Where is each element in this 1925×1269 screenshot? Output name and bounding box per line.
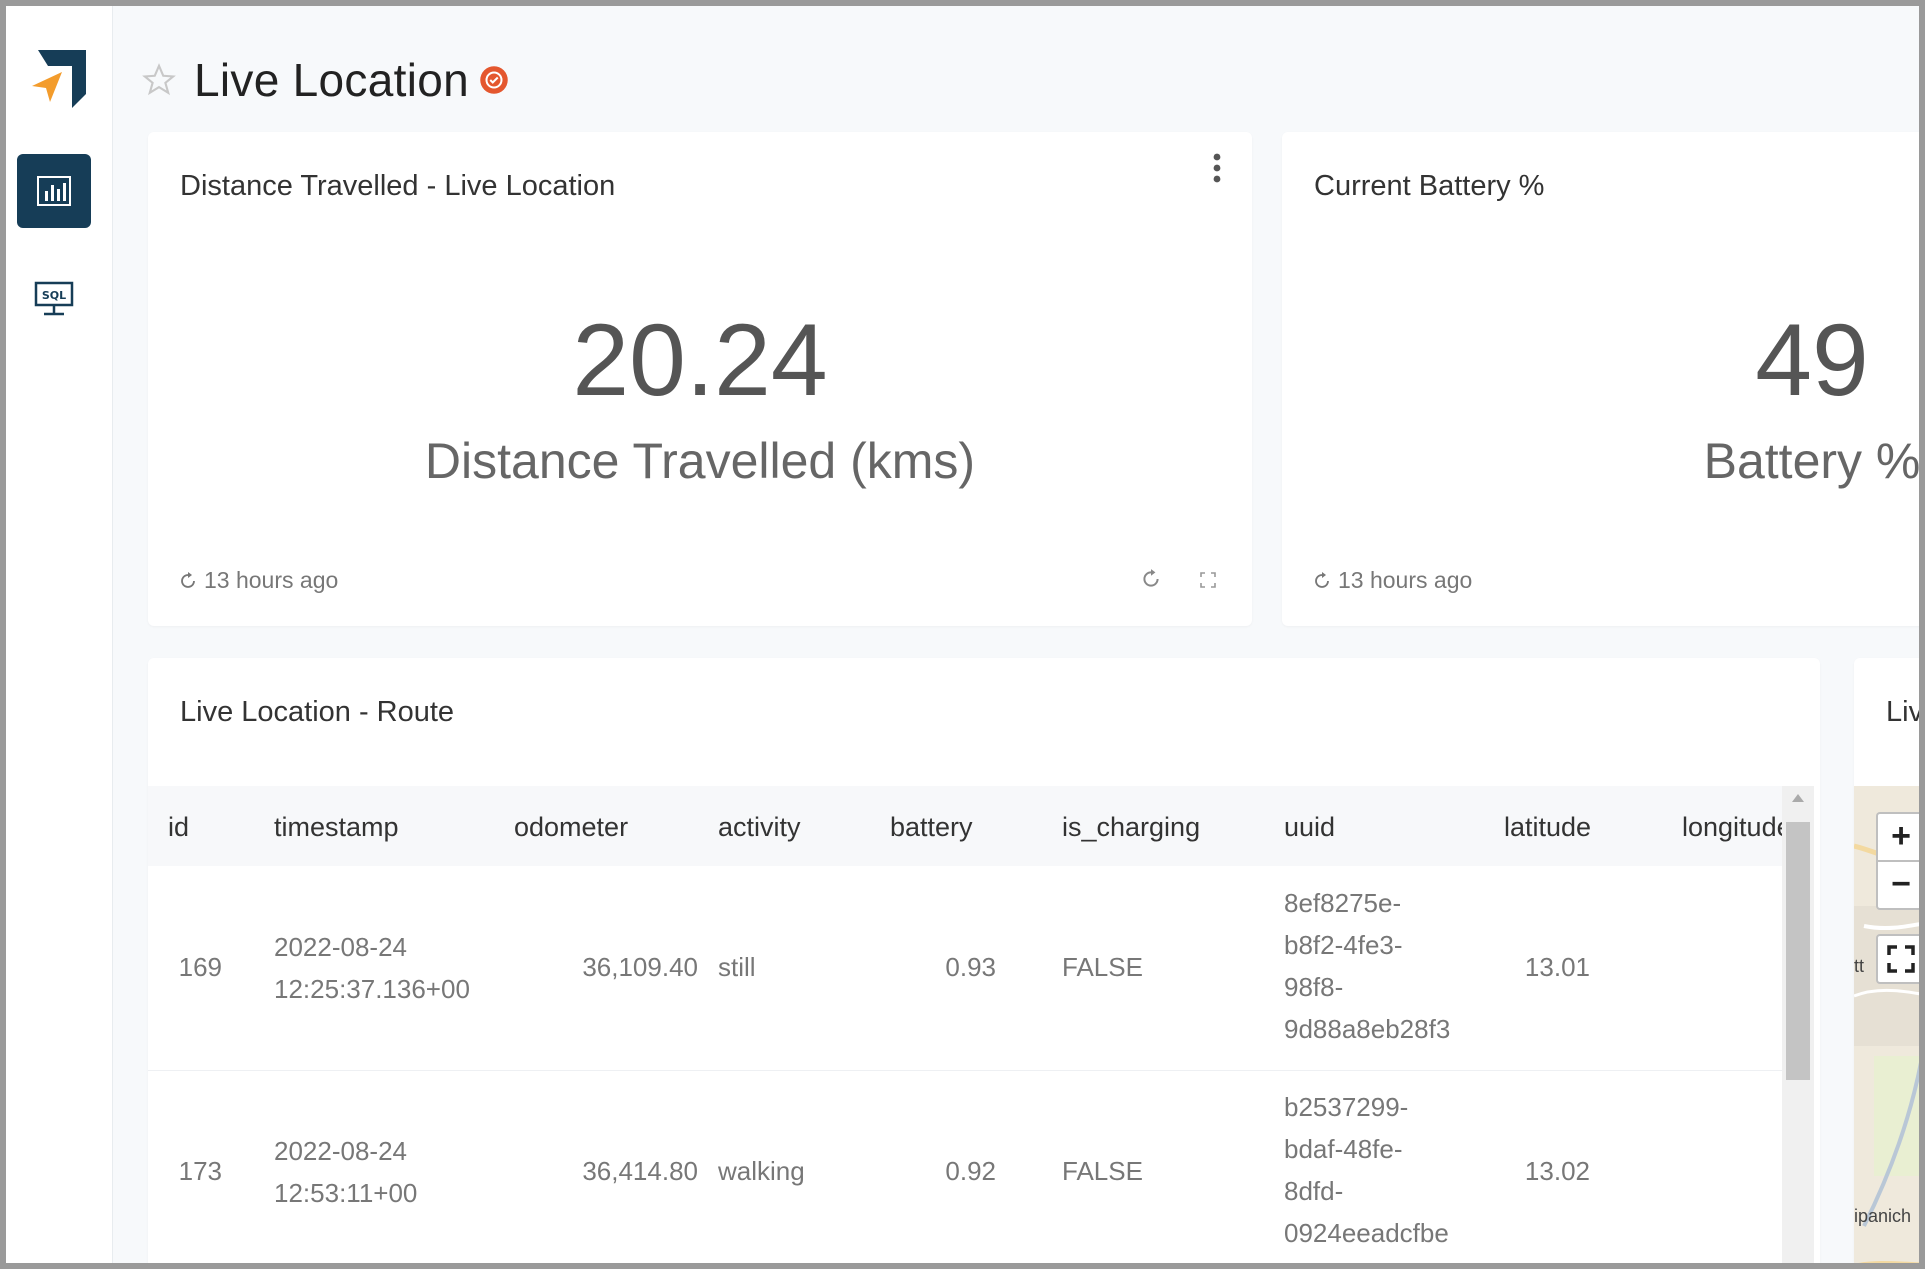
- cell-uuid-part: 0924eeadcfbe: [1284, 1218, 1449, 1248]
- cell-latitude: 13.02: [1524, 1156, 1590, 1186]
- column-header-timestamp[interactable]: timestamp: [274, 812, 399, 843]
- battery-last-updated: 13 hours ago: [1312, 567, 1472, 594]
- cell-timestamp-date: 2022-08-24: [274, 1136, 407, 1166]
- map-view[interactable]: tt ipanich + −: [1854, 786, 1919, 1263]
- fullscreen-icon: [1887, 945, 1915, 973]
- sidebar-item-dashboards[interactable]: [17, 154, 91, 228]
- column-header-is-charging[interactable]: is_charging: [1062, 812, 1200, 843]
- cell-uuid-part: b8f2-4fe3-: [1284, 930, 1403, 960]
- certified-badge-icon: [480, 66, 508, 94]
- column-header-battery[interactable]: battery: [890, 812, 973, 843]
- map-card-title: Live: [1886, 696, 1924, 728]
- battery-card-title: Current Battery %: [1314, 170, 1545, 202]
- page-title: Live Location: [194, 54, 469, 106]
- cell-is-charging: FALSE: [1062, 952, 1143, 982]
- cell-activity: still: [718, 952, 756, 982]
- cell-uuid-part: 9d88a8eb28f3: [1284, 1014, 1451, 1044]
- cell-activity: walking: [718, 1156, 805, 1186]
- cell-uuid-part: b2537299-: [1284, 1092, 1409, 1122]
- distance-updated-text: 13 hours ago: [204, 567, 339, 593]
- cell-id: 169: [178, 952, 222, 982]
- refresh-icon: [181, 571, 195, 588]
- table-row[interactable]: 169 2022-08-24 12:25:37.136+00 36,109.40…: [148, 866, 1788, 1071]
- cell-uuid-part: 8dfd-: [1284, 1176, 1344, 1206]
- bar-chart-icon: [37, 176, 71, 206]
- app-window: SQL Live Location Distance Travelled - L…: [0, 0, 1925, 1269]
- table-header: id timestamp odometer activity battery i…: [148, 786, 1788, 866]
- cell-timestamp-time: 12:25:37.136+00: [274, 974, 470, 1004]
- fullscreen-icon[interactable]: [1198, 570, 1218, 590]
- cell-id: 173: [178, 1156, 222, 1186]
- distance-label: Distance Travelled (kms): [424, 433, 976, 489]
- battery-updated-text: 13 hours ago: [1338, 567, 1473, 593]
- cell-uuid-part: 8ef8275e-: [1284, 888, 1402, 918]
- distance-last-updated: 13 hours ago: [178, 567, 338, 594]
- map-zoom-out-button[interactable]: −: [1876, 860, 1919, 910]
- cell-odometer: 36,109.40: [582, 952, 698, 982]
- route-table-card: Live Location - Route id timestamp odome…: [148, 658, 1820, 1263]
- battery-card: Current Battery % 49 Battery % 13 hours …: [1282, 132, 1921, 626]
- scrollbar-thumb[interactable]: [1786, 822, 1810, 1080]
- map-place-label: ipanich: [1854, 1206, 1912, 1226]
- refresh-icon[interactable]: [1140, 568, 1162, 590]
- scroll-up-icon[interactable]: [1790, 792, 1806, 804]
- cell-odometer: 36,414.80: [582, 1156, 698, 1186]
- distance-card-title: Distance Travelled - Live Location: [180, 170, 616, 202]
- page-header: Live Location: [142, 50, 509, 110]
- cell-uuid-part: bdaf-48fe-: [1284, 1134, 1403, 1164]
- sidebar: SQL: [6, 6, 113, 1263]
- cell-battery: 0.92: [945, 1156, 996, 1186]
- refresh-icon: [1315, 571, 1329, 588]
- map-fullscreen-button[interactable]: [1876, 934, 1919, 984]
- sidebar-item-sql-lab[interactable]: SQL: [17, 262, 91, 336]
- distance-value: 20.24: [572, 303, 828, 417]
- logo-icon: [32, 50, 86, 108]
- battery-value: 49: [1755, 303, 1869, 417]
- column-header-latitude[interactable]: latitude: [1504, 812, 1591, 843]
- column-header-uuid[interactable]: uuid: [1284, 812, 1335, 843]
- table-row[interactable]: 173 2022-08-24 12:53:11+00 36,414.80 wal…: [148, 1070, 1788, 1263]
- column-header-odometer[interactable]: odometer: [514, 812, 628, 843]
- table-scrollbar[interactable]: [1782, 786, 1814, 1263]
- sql-monitor-icon: SQL: [34, 281, 74, 316]
- distance-card: Distance Travelled - Live Location 20.24…: [148, 132, 1252, 626]
- main-content: Live Location Distance Travelled - Live …: [112, 6, 1919, 1263]
- cell-battery: 0.93: [945, 952, 996, 982]
- map-card: Live tt ipanich + −: [1854, 658, 1924, 1263]
- cell-is-charging: FALSE: [1062, 1156, 1143, 1186]
- route-card-title: Live Location - Route: [180, 696, 455, 728]
- map-side-label: tt: [1854, 956, 1865, 976]
- map-zoom-in-button[interactable]: +: [1876, 812, 1919, 862]
- star-icon[interactable]: [142, 63, 176, 97]
- svg-text:SQL: SQL: [42, 289, 66, 302]
- battery-label: Battery %: [1703, 433, 1921, 489]
- cell-uuid-part: 98f8-: [1284, 972, 1344, 1002]
- cell-timestamp-date: 2022-08-24: [274, 932, 407, 962]
- cell-latitude: 13.01: [1524, 952, 1590, 982]
- column-header-activity[interactable]: activity: [718, 812, 801, 843]
- column-header-id[interactable]: id: [168, 812, 189, 843]
- cell-timestamp-time: 12:53:11+00: [274, 1178, 418, 1208]
- more-vertical-icon[interactable]: [1210, 150, 1224, 190]
- app-logo[interactable]: [28, 44, 88, 108]
- column-header-longitude[interactable]: longitude: [1682, 812, 1782, 843]
